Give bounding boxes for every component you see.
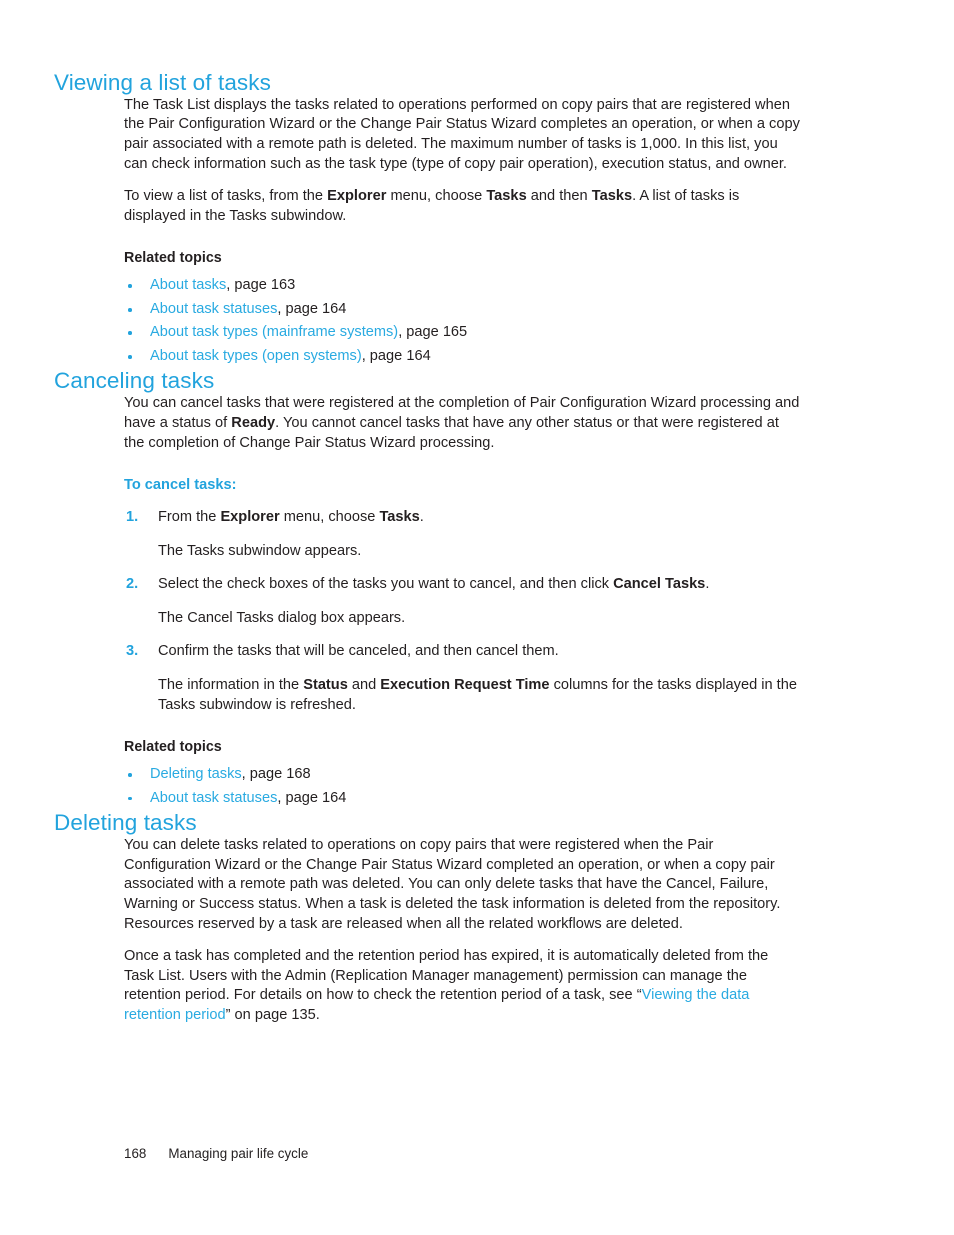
- text-fragment: From the: [158, 509, 221, 526]
- bullet-icon: [128, 354, 132, 359]
- link-about-tasks[interactable]: About tasks: [150, 277, 226, 293]
- text-fragment: ” on page 135.: [225, 1006, 320, 1023]
- step-text: Select the check boxes of the tasks you …: [158, 575, 802, 595]
- viewing-body: The Task List displays the tasks related…: [124, 96, 802, 369]
- step-text: From the Explorer menu, choose Tasks.: [158, 508, 802, 528]
- bold-ready-status: Ready: [231, 414, 276, 431]
- bold-status-column: Status: [303, 677, 348, 694]
- bold-execution-request-time-column: Execution Request Time: [380, 677, 550, 694]
- footer-page-number: 168: [124, 1146, 147, 1161]
- step-item-2: 2. Select the check boxes of the tasks y…: [124, 575, 802, 628]
- text-fragment: menu, choose: [279, 509, 380, 526]
- viewing-paragraph-2: To view a list of tasks, from the Explor…: [124, 187, 802, 226]
- cancel-tasks-steps: 1. From the Explorer menu, choose Tasks.…: [124, 508, 802, 715]
- step-number: 1.: [126, 509, 139, 526]
- page-reference: , page 163: [226, 277, 296, 294]
- heading-deleting-tasks: Deleting tasks: [54, 810, 197, 836]
- step-number: 3.: [126, 643, 139, 660]
- list-item: About task statuses, page 164: [124, 298, 802, 322]
- bold-tasks-item: Tasks: [591, 188, 633, 205]
- step-result: The information in the Status and Execut…: [158, 676, 802, 715]
- bullet-icon: [128, 796, 132, 801]
- deleting-paragraph-2: Once a task has completed and the retent…: [124, 947, 802, 1025]
- related-topics-heading-canceling: Related topics: [124, 739, 222, 756]
- page-footer: 168 Managing pair life cycle: [124, 1145, 308, 1163]
- canceling-paragraph-1: You can cancel tasks that were registere…: [124, 394, 802, 453]
- text-fragment: The information in the: [158, 677, 304, 694]
- step-item-1: 1. From the Explorer menu, choose Tasks.…: [124, 508, 802, 561]
- list-item: About tasks, page 163: [124, 274, 802, 298]
- bullet-icon: [128, 331, 132, 336]
- link-about-task-statuses[interactable]: About task statuses: [150, 301, 277, 317]
- step-item-3: 3. Confirm the tasks that will be cancel…: [124, 642, 802, 715]
- bold-tasks: Tasks: [379, 509, 420, 526]
- link-about-task-statuses[interactable]: About task statuses: [150, 790, 277, 806]
- page-reference: , page 164: [361, 347, 431, 364]
- text-fragment: and: [347, 677, 381, 694]
- text-fragment: Select the check boxes of the tasks you …: [158, 576, 614, 593]
- related-topics-list-canceling: Deleting tasks, page 168 About task stat…: [124, 763, 802, 810]
- procedure-heading-to-cancel-tasks: To cancel tasks:: [124, 477, 237, 494]
- canceling-body: You can cancel tasks that were registere…: [124, 394, 802, 810]
- bullet-icon: [128, 773, 132, 777]
- list-item: About task statuses, page 164: [124, 787, 802, 811]
- document-page: Viewing a list of tasks The Task List di…: [0, 0, 954, 1235]
- heading-canceling-tasks: Canceling tasks: [54, 368, 215, 394]
- link-about-task-types-mainframe[interactable]: About task types (mainframe systems): [150, 324, 398, 340]
- bold-explorer: Explorer: [220, 509, 280, 526]
- bullet-icon: [128, 284, 132, 289]
- related-topics-list-viewing: About tasks, page 163 About task statuse…: [124, 274, 802, 368]
- text-fragment: .: [705, 576, 710, 593]
- list-item: About task types (open systems), page 16…: [124, 345, 802, 369]
- bullet-icon: [128, 307, 132, 312]
- step-result: The Tasks subwindow appears.: [158, 542, 362, 559]
- related-topics-heading-viewing: Related topics: [124, 250, 222, 267]
- page-reference: , page 165: [398, 324, 468, 341]
- heading-viewing-a-list-of-tasks: Viewing a list of tasks: [54, 70, 271, 95]
- text-fragment: To view a list of tasks, from the: [124, 188, 328, 205]
- deleting-paragraph-1: You can delete tasks related to operatio…: [124, 837, 781, 932]
- page-content: Viewing a list of tasks The Task List di…: [54, 70, 802, 1025]
- text-fragment: .: [419, 509, 424, 526]
- step-number: 2.: [126, 576, 139, 593]
- viewing-paragraph-1: The Task List displays the tasks related…: [124, 96, 800, 172]
- page-reference: , page 164: [277, 789, 347, 806]
- deleting-body: You can delete tasks related to operatio…: [124, 836, 802, 1025]
- text-fragment: menu, choose: [386, 188, 487, 205]
- bold-explorer: Explorer: [327, 188, 387, 205]
- bold-tasks-menu: Tasks: [486, 188, 527, 205]
- footer-chapter-title: Managing pair life cycle: [168, 1146, 309, 1161]
- list-item: About task types (mainframe systems), pa…: [124, 321, 802, 345]
- text-fragment: and then: [526, 188, 592, 205]
- step-result: The Cancel Tasks dialog box appears.: [158, 609, 406, 626]
- list-item: Deleting tasks, page 168: [124, 763, 802, 787]
- link-deleting-tasks[interactable]: Deleting tasks: [150, 766, 242, 782]
- link-about-task-types-open[interactable]: About task types (open systems): [150, 348, 362, 364]
- page-reference: , page 168: [241, 766, 311, 783]
- bold-cancel-tasks: Cancel Tasks: [613, 576, 706, 593]
- page-reference: , page 164: [277, 300, 347, 317]
- step-text: Confirm the tasks that will be canceled,…: [158, 643, 559, 660]
